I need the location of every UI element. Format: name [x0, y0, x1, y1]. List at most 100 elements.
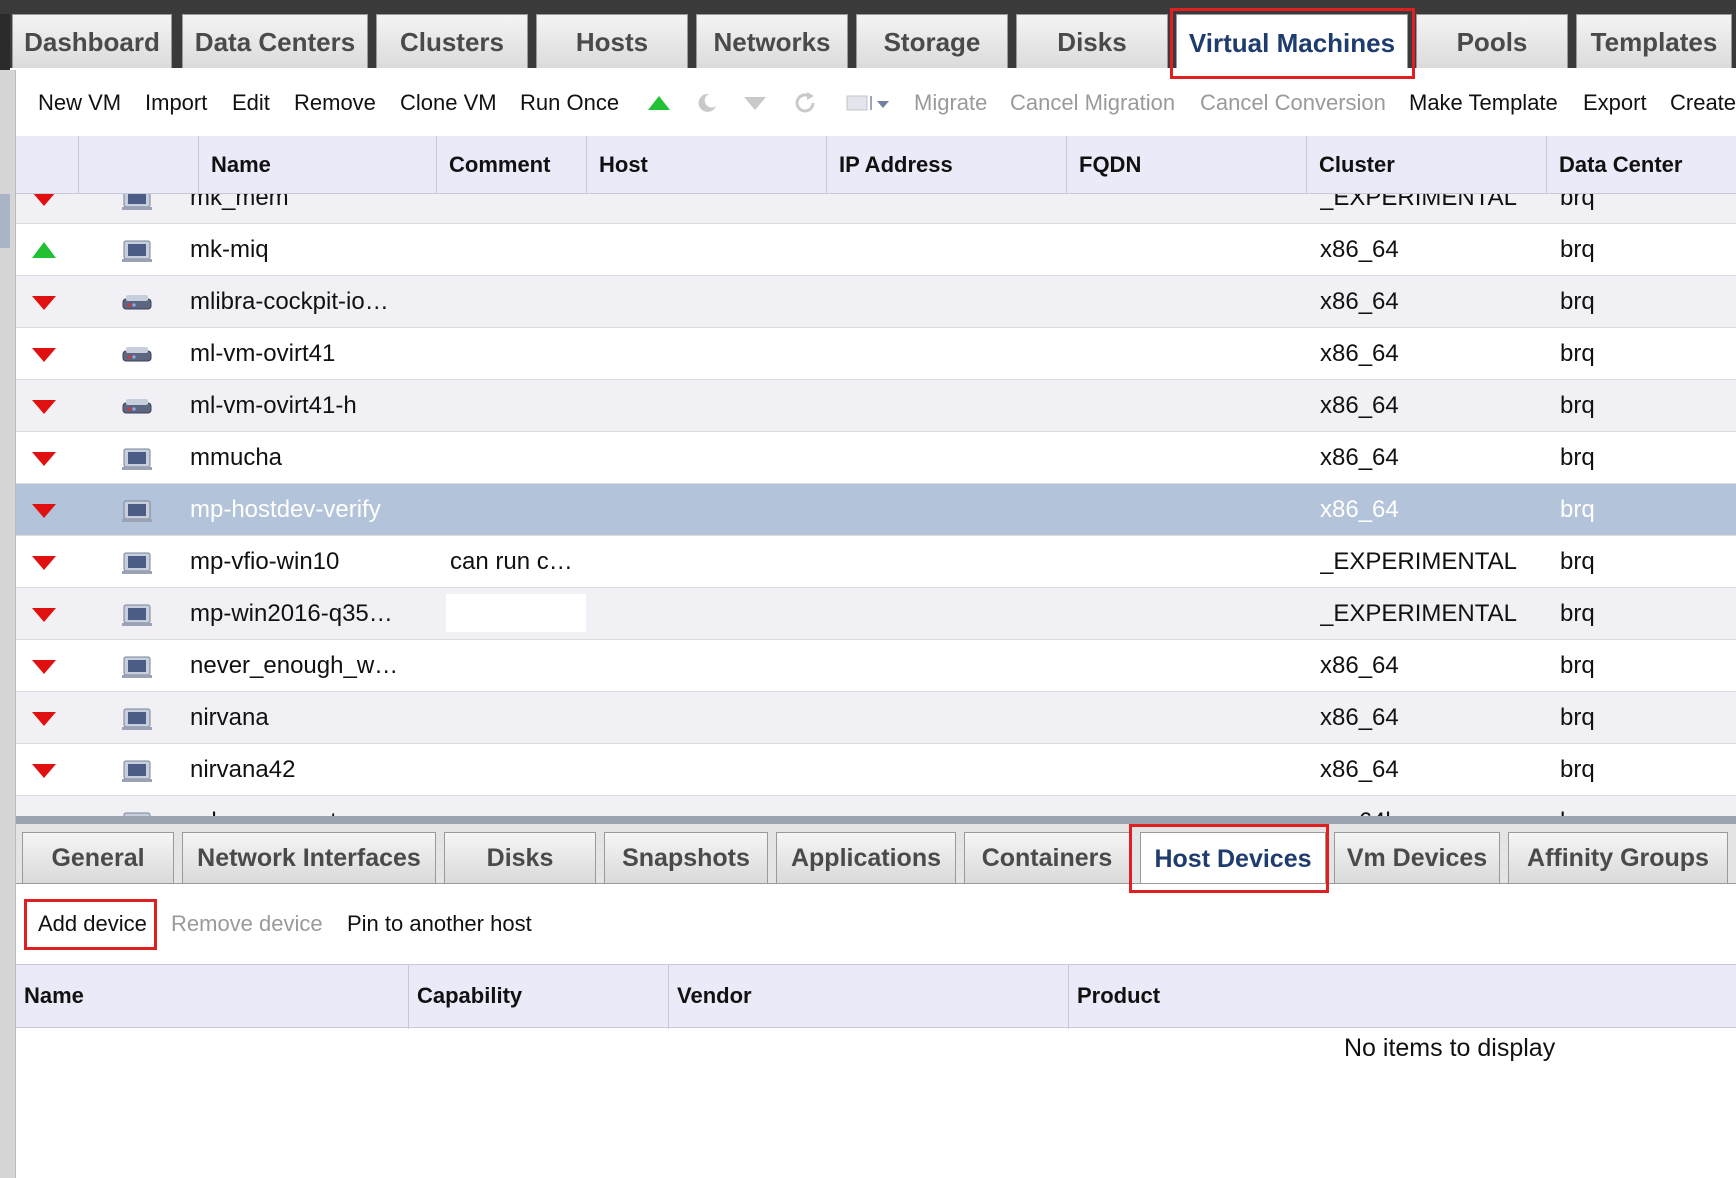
tab-virtual-machines[interactable]: Virtual Machines	[1176, 14, 1408, 70]
reboot-icon[interactable]	[788, 86, 822, 120]
remove-device-button[interactable]: Remove device	[171, 906, 323, 942]
vm-comment-cell	[450, 588, 586, 640]
column-header-name[interactable]: Name	[198, 136, 436, 194]
vm-data-center-cell: brq	[1560, 444, 1595, 471]
add-device-button[interactable]: Add device	[38, 906, 147, 942]
vm-cluster-cell: x86_64	[1320, 288, 1399, 315]
pin-to-another-host-button[interactable]: Pin to another host	[347, 906, 532, 942]
status-down-icon	[30, 498, 58, 522]
vm-name-cell: pdm-ppc-centos	[190, 796, 430, 816]
subtab-snapshots[interactable]: Snapshots	[604, 832, 768, 883]
desktop-vm-icon	[120, 704, 154, 732]
tab-dashboard[interactable]: Dashboard	[12, 14, 172, 70]
tab-disks[interactable]: Disks	[1016, 14, 1168, 70]
vm-cluster-cell: x86_64	[1320, 496, 1399, 523]
import-button[interactable]: Import	[145, 86, 207, 120]
subtab-affinity-groups[interactable]: Affinity Groups	[1508, 832, 1728, 883]
column-header-icon[interactable]	[78, 136, 178, 194]
column-header-capability[interactable]: Capability	[408, 965, 668, 1029]
tab-storage[interactable]: Storage	[856, 14, 1008, 70]
column-header-device-name[interactable]: Name	[16, 965, 408, 1029]
column-header-data-center[interactable]: Data Center	[1546, 136, 1736, 194]
vm-name-cell: nirvana	[190, 704, 269, 731]
desktop-vm-icon	[120, 756, 154, 784]
vm-data-center-cell: brq	[1560, 548, 1595, 575]
column-header-cluster[interactable]: Cluster	[1306, 136, 1546, 194]
clone-vm-button[interactable]: Clone VM	[400, 86, 497, 120]
tab-hosts[interactable]: Hosts	[536, 14, 688, 70]
status-down-icon	[30, 706, 58, 730]
vm-cluster-cell: x86_64	[1320, 236, 1399, 263]
vm-cluster-cell: _EXPERIMENTAL	[1320, 548, 1517, 575]
vm-cluster-cell: x86_64	[1320, 652, 1399, 679]
table-row[interactable]: mk-miq x86_64 brq	[16, 224, 1736, 276]
table-row[interactable]: mmucha x86_64 brq	[16, 432, 1736, 484]
subtab-network-interfaces[interactable]: Network Interfaces	[182, 832, 436, 883]
vm-data-center-cell: brq	[1560, 600, 1595, 627]
pane-splitter[interactable]	[16, 816, 1736, 824]
vm-data-center-cell: brq	[1560, 340, 1595, 367]
column-header-host[interactable]: Host	[586, 136, 826, 194]
subtab-containers[interactable]: Containers	[964, 832, 1130, 883]
make-template-button[interactable]: Make Template	[1409, 86, 1558, 120]
vm-data-center-cell: brq	[1560, 704, 1595, 731]
table-row[interactable]: mp-hostdev-verify x86_64 brq	[16, 484, 1736, 536]
gutter-knob[interactable]	[0, 194, 10, 248]
remove-button[interactable]: Remove	[294, 86, 376, 120]
create-button[interactable]: Create	[1670, 86, 1736, 120]
vm-data-center-cell: brq	[1560, 756, 1595, 783]
tab-templates[interactable]: Templates	[1576, 14, 1732, 70]
vm-cluster-cell: x86_64	[1320, 340, 1399, 367]
subtab-host-devices[interactable]: Host Devices	[1140, 832, 1326, 883]
edit-button[interactable]: Edit	[232, 86, 270, 120]
tab-pools[interactable]: Pools	[1416, 14, 1568, 70]
shutdown-icon[interactable]	[738, 86, 772, 120]
server-vm-icon	[120, 288, 154, 316]
table-row[interactable]: nirvana42 x86_64 brq	[16, 744, 1736, 796]
table-row[interactable]: mlibra-cockpit-io… x86_64 brq	[16, 276, 1736, 328]
tab-clusters[interactable]: Clusters	[376, 14, 528, 70]
vm-comment-cell	[450, 796, 586, 816]
detail-tab-bar: General Network Interfaces Disks Snapsho…	[16, 824, 1736, 884]
table-row[interactable]: mp-vfio-win10 can run c… _EXPERIMENTAL brq	[16, 536, 1736, 588]
vm-name-cell: nirvana42	[190, 756, 296, 783]
table-row[interactable]: ml-vm-ovirt41 x86_64 brq	[16, 328, 1736, 380]
table-row[interactable]: pdm-ppc-centos ppc64le brq	[16, 796, 1736, 816]
suspend-icon[interactable]	[690, 86, 724, 120]
subtab-general[interactable]: General	[22, 832, 174, 883]
desktop-vm-icon	[120, 600, 154, 628]
column-header-comment[interactable]: Comment	[436, 136, 586, 194]
table-row[interactable]: mp-win2016-q35… _EXPERIMENTAL brq	[16, 588, 1736, 640]
tab-data-centers[interactable]: Data Centers	[182, 14, 368, 70]
new-vm-button[interactable]: New VM	[38, 86, 121, 120]
table-row[interactable]: nirvana x86_64 brq	[16, 692, 1736, 744]
subtab-disks[interactable]: Disks	[444, 832, 596, 883]
left-collapse-gutter[interactable]	[0, 70, 16, 1178]
subtab-applications[interactable]: Applications	[776, 832, 956, 883]
cancel-migration-button[interactable]: Cancel Migration	[1010, 86, 1175, 120]
column-header-product[interactable]: Product	[1068, 965, 1736, 1029]
run-once-button[interactable]: Run Once	[520, 86, 619, 120]
column-header-fqdn[interactable]: FQDN	[1066, 136, 1306, 194]
vm-cluster-cell: x86_64	[1320, 704, 1399, 731]
server-vm-icon	[120, 340, 154, 368]
vm-cluster-cell: x86_64	[1320, 392, 1399, 419]
status-down-icon	[30, 550, 58, 574]
cancel-conversion-button[interactable]: Cancel Conversion	[1200, 86, 1386, 120]
vm-cluster-cell: x86_64	[1320, 756, 1399, 783]
tab-networks[interactable]: Networks	[696, 14, 848, 70]
column-header-vendor[interactable]: Vendor	[668, 965, 1068, 1029]
export-button[interactable]: Export	[1583, 86, 1647, 120]
migrate-button[interactable]: Migrate	[914, 86, 987, 120]
vm-data-center-cell: brq	[1560, 496, 1595, 523]
vm-comment-cell	[450, 328, 586, 380]
main-tab-bar: Dashboard Data Centers Clusters Hosts Ne…	[0, 0, 1736, 70]
vm-name-cell: mp-hostdev-verify	[190, 496, 381, 523]
console-dropdown-icon[interactable]	[842, 86, 898, 120]
desktop-vm-icon	[120, 808, 154, 816]
run-icon[interactable]	[642, 86, 676, 120]
subtab-vm-devices[interactable]: Vm Devices	[1334, 832, 1500, 883]
table-row[interactable]: never_enough_w… x86_64 brq	[16, 640, 1736, 692]
table-row[interactable]: ml-vm-ovirt41-h x86_64 brq	[16, 380, 1736, 432]
column-header-ip-address[interactable]: IP Address	[826, 136, 1066, 194]
